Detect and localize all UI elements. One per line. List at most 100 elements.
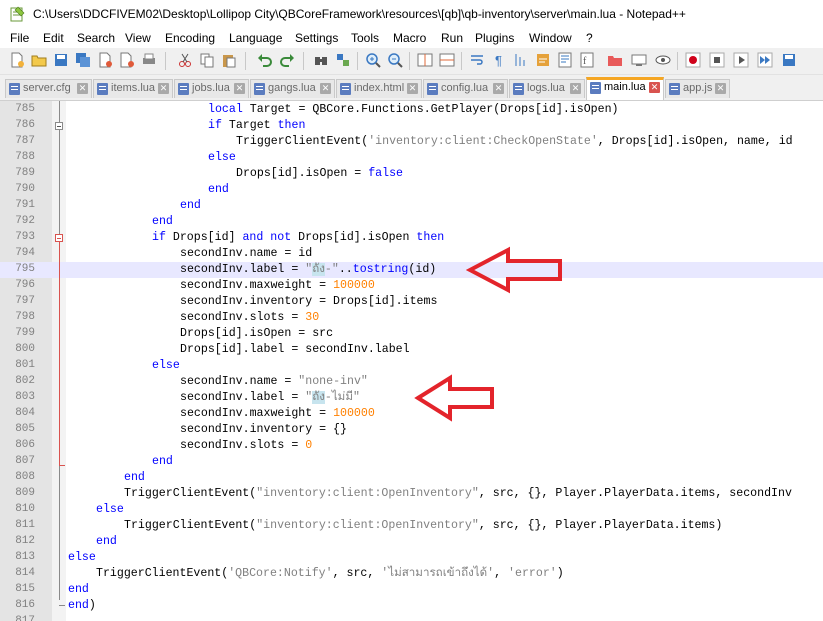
record-macro-icon[interactable] bbox=[685, 52, 701, 68]
close-tab-icon[interactable]: ✕ bbox=[570, 83, 581, 94]
close-tab-icon[interactable]: ✕ bbox=[158, 83, 169, 94]
menu-window[interactable]: Window bbox=[529, 31, 572, 45]
print-icon[interactable] bbox=[141, 52, 157, 68]
code-token: secondInv.label = bbox=[180, 391, 306, 404]
menu-encoding[interactable]: Encoding bbox=[165, 31, 215, 45]
folder-workspace-icon[interactable] bbox=[607, 52, 623, 68]
code-line[interactable]: 802 secondInv.name = "none-inv" bbox=[0, 374, 823, 390]
tab-server-cfg[interactable]: server.cfg ✕ bbox=[5, 79, 92, 98]
function-list-icon[interactable]: f bbox=[579, 52, 595, 68]
tab-items-lua[interactable]: items.lua ✕ bbox=[93, 79, 173, 98]
code-line[interactable]: 788 else bbox=[0, 150, 823, 166]
close-tab-icon[interactable]: ✕ bbox=[234, 83, 245, 94]
code-line[interactable]: 815 end bbox=[0, 582, 823, 598]
code-line[interactable]: 798 secondInv.slots = 30 bbox=[0, 310, 823, 326]
find-icon[interactable] bbox=[313, 52, 329, 68]
code-line[interactable]: 785 local Target = QBCore.Functions.GetPl… bbox=[0, 102, 823, 118]
sync-vertical-icon[interactable] bbox=[417, 52, 433, 68]
code-line[interactable]: 794 secondInv.name = id bbox=[0, 246, 823, 262]
run-macro-multiple-icon[interactable] bbox=[757, 52, 773, 68]
sync-horizontal-icon[interactable] bbox=[439, 52, 455, 68]
paste-icon[interactable] bbox=[221, 52, 237, 68]
replace-icon[interactable] bbox=[335, 52, 351, 68]
menu-search[interactable]: Search bbox=[77, 31, 115, 45]
code-line[interactable]: 801 else bbox=[0, 358, 823, 374]
code-line[interactable]: 803 secondInv.label = "ถัง-ไม่มี" bbox=[0, 390, 823, 406]
cut-icon[interactable] bbox=[177, 52, 193, 68]
doc-map-icon[interactable] bbox=[557, 52, 573, 68]
tab-main-lua[interactable]: main.lua ✕ bbox=[586, 77, 664, 100]
code-line[interactable]: 809 TriggerClientEvent("inventory:client:… bbox=[0, 486, 823, 502]
menu-macro[interactable]: Macro bbox=[393, 31, 426, 45]
udl-icon[interactable] bbox=[535, 52, 551, 68]
code-line[interactable]: 797 secondInv.inventory = Drops[id].items bbox=[0, 294, 823, 310]
code-line[interactable]: 786 if Target then bbox=[0, 118, 823, 134]
code-line[interactable]: 790 end bbox=[0, 182, 823, 198]
code-line[interactable]: 789 Drops[id].isOpen = false bbox=[0, 166, 823, 182]
stop-macro-icon[interactable] bbox=[709, 52, 725, 68]
tab-index-html[interactable]: index.html ✕ bbox=[336, 79, 422, 98]
code-line[interactable]: 800 Drops[id].label = secondInv.label bbox=[0, 342, 823, 358]
close-tab-icon[interactable]: ✕ bbox=[649, 82, 660, 93]
code-line[interactable]: 811 TriggerClientEvent("inventory:client:… bbox=[0, 518, 823, 534]
code-line[interactable]: 805 secondInv.inventory = {} bbox=[0, 422, 823, 438]
menu-help[interactable]: ? bbox=[586, 31, 593, 45]
code-line[interactable]: 806 secondInv.slots = 0 bbox=[0, 438, 823, 454]
close-all-icon[interactable] bbox=[119, 52, 135, 68]
code-line[interactable]: 793 if Drops[id] and not Drops[id].isOpen… bbox=[0, 230, 823, 246]
menu-edit[interactable]: Edit bbox=[43, 31, 64, 45]
code-line[interactable]: 816 end) bbox=[0, 598, 823, 614]
code-line[interactable]: 812 end bbox=[0, 534, 823, 550]
copy-icon[interactable] bbox=[199, 52, 215, 68]
code-line[interactable]: 808 end bbox=[0, 470, 823, 486]
code-line[interactable]: 810 else bbox=[0, 502, 823, 518]
tab-config-lua[interactable]: config.lua ✕ bbox=[423, 79, 508, 98]
tab-gangs-lua[interactable]: gangs.lua ✕ bbox=[250, 79, 335, 98]
code-line[interactable]: 807 end bbox=[0, 454, 823, 470]
close-tab-icon[interactable]: ✕ bbox=[715, 83, 726, 94]
code-line[interactable]: 796 secondInv.maxweight = 100000 bbox=[0, 278, 823, 294]
tab-jobs-lua[interactable]: jobs.lua ✕ bbox=[174, 79, 249, 98]
open-file-icon[interactable] bbox=[31, 52, 47, 68]
fold-collapse-icon[interactable] bbox=[55, 122, 63, 130]
save-icon[interactable] bbox=[53, 52, 69, 68]
code-line[interactable]: 817 bbox=[0, 614, 823, 621]
code-line[interactable]: 787 TriggerClientEvent('inventory:client:… bbox=[0, 134, 823, 150]
code-line[interactable]: 792 end bbox=[0, 214, 823, 230]
close-tab-icon[interactable]: ✕ bbox=[320, 83, 331, 94]
code-line[interactable]: 804 secondInv.maxweight = 100000 bbox=[0, 406, 823, 422]
doc-preview-icon[interactable] bbox=[655, 52, 671, 68]
undo-icon[interactable] bbox=[257, 52, 273, 68]
new-file-icon[interactable] bbox=[9, 52, 25, 68]
code-line[interactable]: 799 Drops[id].isOpen = src bbox=[0, 326, 823, 342]
code-line[interactable]: 813 else bbox=[0, 550, 823, 566]
close-tab-icon[interactable]: ✕ bbox=[77, 83, 88, 94]
menu-settings[interactable]: Settings bbox=[295, 31, 338, 45]
close-icon[interactable] bbox=[97, 52, 113, 68]
play-macro-icon[interactable] bbox=[733, 52, 749, 68]
zoom-out-icon[interactable] bbox=[387, 52, 403, 68]
menu-file[interactable]: File bbox=[10, 31, 29, 45]
save-macro-icon[interactable] bbox=[781, 52, 797, 68]
menu-view[interactable]: View bbox=[125, 31, 151, 45]
menu-tools[interactable]: Tools bbox=[351, 31, 379, 45]
word-wrap-icon[interactable] bbox=[469, 52, 485, 68]
code-line[interactable]: 814 TriggerClientEvent('QBCore:Notify', s… bbox=[0, 566, 823, 582]
indent-guide-icon[interactable] bbox=[513, 52, 529, 68]
code-editor[interactable]: 785 local Target = QBCore.Functions.GetPl… bbox=[0, 101, 823, 621]
fold-collapse-icon[interactable] bbox=[55, 234, 63, 242]
tab-logs-lua[interactable]: logs.lua ✕ bbox=[509, 79, 585, 98]
save-all-icon[interactable] bbox=[75, 52, 91, 68]
close-tab-icon[interactable]: ✕ bbox=[493, 83, 504, 94]
code-line[interactable]: 791 end bbox=[0, 198, 823, 214]
menu-plugins[interactable]: Plugins bbox=[475, 31, 514, 45]
monitor-icon[interactable] bbox=[631, 52, 647, 68]
code-line[interactable]: 795 secondInv.label = "ถัง-"..tostring(id… bbox=[0, 262, 823, 278]
tab-app-js[interactable]: app.js ✕ bbox=[665, 79, 730, 98]
show-all-chars-icon[interactable]: ¶ bbox=[491, 52, 507, 68]
close-tab-icon[interactable]: ✕ bbox=[407, 83, 418, 94]
redo-icon[interactable] bbox=[279, 52, 295, 68]
menu-run[interactable]: Run bbox=[441, 31, 463, 45]
menu-language[interactable]: Language bbox=[229, 31, 282, 45]
zoom-in-icon[interactable] bbox=[365, 52, 381, 68]
